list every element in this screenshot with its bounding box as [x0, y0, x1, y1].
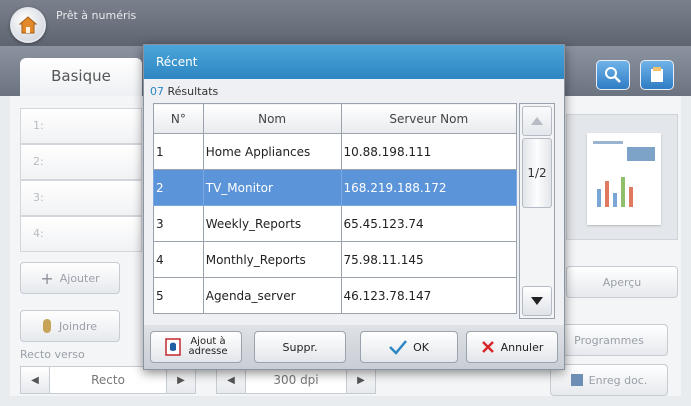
preview-page — [587, 133, 661, 225]
preview-chart-icon — [593, 141, 655, 207]
row-number: 1 — [153, 133, 204, 170]
duplex-value: Recto — [50, 366, 166, 394]
attach-button-label: Joindre — [58, 319, 98, 333]
column-header-server[interactable]: Serveur Nom — [340, 103, 517, 134]
duplex-prev-button[interactable]: ◀ — [20, 366, 50, 394]
dialog-body: 07 Résultats N° Nom Serveur Nom 1 Home A… — [144, 79, 564, 325]
home-button[interactable] — [10, 7, 46, 43]
table-row-selected[interactable]: 2 TV_Monitor 168.219.188.172 — [153, 169, 517, 206]
row-server: 65.45.123.74 — [340, 205, 517, 242]
zoom-button[interactable] — [596, 60, 630, 90]
preview-button[interactable]: Aperçu — [566, 266, 678, 298]
row-server: 168.219.188.172 — [340, 169, 517, 206]
scrollbar[interactable]: 1/2 — [519, 103, 555, 319]
table-row[interactable]: 1 Home Appliances 10.88.198.111 — [153, 133, 517, 170]
row-name: Monthly_Reports — [202, 241, 342, 278]
plus-icon: + — [40, 268, 54, 288]
dialog-footer: Ajout à adresse Suppr. OK Annuler — [144, 325, 564, 369]
add-button[interactable]: + Ajouter — [20, 262, 120, 294]
ok-button[interactable]: OK — [360, 331, 458, 363]
row-name: Weekly_Reports — [202, 205, 342, 242]
app-title: Prêt à numéris — [56, 9, 137, 22]
address-row-3[interactable]: 3: — [20, 180, 142, 216]
scanner-button[interactable] — [640, 60, 674, 90]
table-row[interactable]: 4 Monthly_Reports 75.98.11.145 — [153, 241, 517, 278]
row-number: 3 — [153, 205, 204, 242]
row-server: 46.123.78.147 — [340, 277, 517, 314]
table-row[interactable]: 5 Agenda_server 46.123.78.147 — [153, 277, 517, 314]
row-number: 2 — [153, 169, 204, 206]
arrow-left-icon: ◀ — [31, 374, 39, 386]
table-row[interactable]: 3 Weekly_Reports 65.45.123.74 — [153, 205, 517, 242]
close-icon — [481, 341, 494, 353]
add-to-address-line2: adresse — [188, 346, 228, 357]
arrow-right-icon: ▶ — [357, 374, 365, 386]
arrow-right-icon: ▶ — [177, 374, 185, 386]
document-icon — [651, 67, 663, 82]
address-row-2[interactable]: 2: — [20, 144, 142, 180]
checkmark-icon — [389, 340, 408, 355]
row-number: 5 — [153, 277, 204, 314]
top-bar: Prêt à numéris — [0, 0, 691, 46]
row-name: Home Appliances — [202, 133, 342, 170]
ok-label: OK — [413, 340, 429, 354]
floppy-icon — [570, 374, 583, 386]
results-count-number: 07 — [150, 85, 164, 98]
duplex-next-button[interactable]: ▶ — [166, 366, 196, 394]
resolution-prev-button[interactable]: ◀ — [216, 366, 246, 394]
column-header-number[interactable]: N° — [153, 103, 204, 134]
results-count-label: Résultats — [164, 85, 219, 98]
address-row-1[interactable]: 1: — [20, 108, 142, 144]
recent-dialog: Récent 07 Résultats N° Nom Serveur Nom 1… — [143, 44, 565, 370]
delete-button[interactable]: Suppr. — [254, 331, 346, 363]
dialog-title: Récent — [144, 45, 564, 79]
address-row-4[interactable]: 4: — [20, 216, 142, 252]
row-server: 10.88.198.111 — [340, 133, 517, 170]
row-server: 75.98.11.145 — [340, 241, 517, 278]
add-to-address-button[interactable]: Ajout à adresse — [150, 331, 242, 363]
resolution-value: 300 dpi — [246, 366, 346, 394]
save-document-label: Enreg doc. — [588, 373, 648, 387]
preview-thumbnail — [566, 114, 678, 240]
row-name: TV_Monitor — [202, 169, 342, 206]
page-indicator[interactable]: 1/2 — [522, 138, 552, 208]
table-header: N° Nom Serveur Nom — [153, 103, 517, 134]
triangle-up-icon — [531, 117, 543, 125]
column-header-name[interactable]: Nom — [202, 103, 342, 134]
duplex-label: Recto verso — [20, 348, 85, 361]
scroll-down-button[interactable] — [522, 286, 552, 316]
cancel-label: Annuler — [500, 340, 544, 354]
save-document-button[interactable]: Enreg doc. — [550, 364, 668, 396]
resolution-next-button[interactable]: ▶ — [346, 366, 376, 394]
triangle-down-icon — [531, 297, 543, 305]
address-book-icon — [165, 338, 182, 356]
home-icon — [18, 16, 38, 34]
paperclip-icon — [42, 319, 51, 333]
attach-button[interactable]: Joindre — [20, 310, 120, 342]
magnifier-icon — [605, 67, 621, 83]
recent-table: N° Nom Serveur Nom 1 Home Appliances 10.… — [153, 103, 517, 314]
row-name: Agenda_server — [202, 277, 342, 314]
arrow-left-icon: ◀ — [227, 374, 235, 386]
add-to-address-label: Ajout à adresse — [188, 337, 227, 357]
cancel-button[interactable]: Annuler — [466, 331, 558, 363]
add-button-label: Ajouter — [59, 271, 100, 285]
programs-button[interactable]: Programmes — [550, 324, 668, 356]
scroll-up-button[interactable] — [522, 106, 552, 136]
row-number: 4 — [153, 241, 204, 278]
results-count: 07 Résultats — [150, 85, 218, 98]
tab-basique[interactable]: Basique — [20, 58, 142, 96]
